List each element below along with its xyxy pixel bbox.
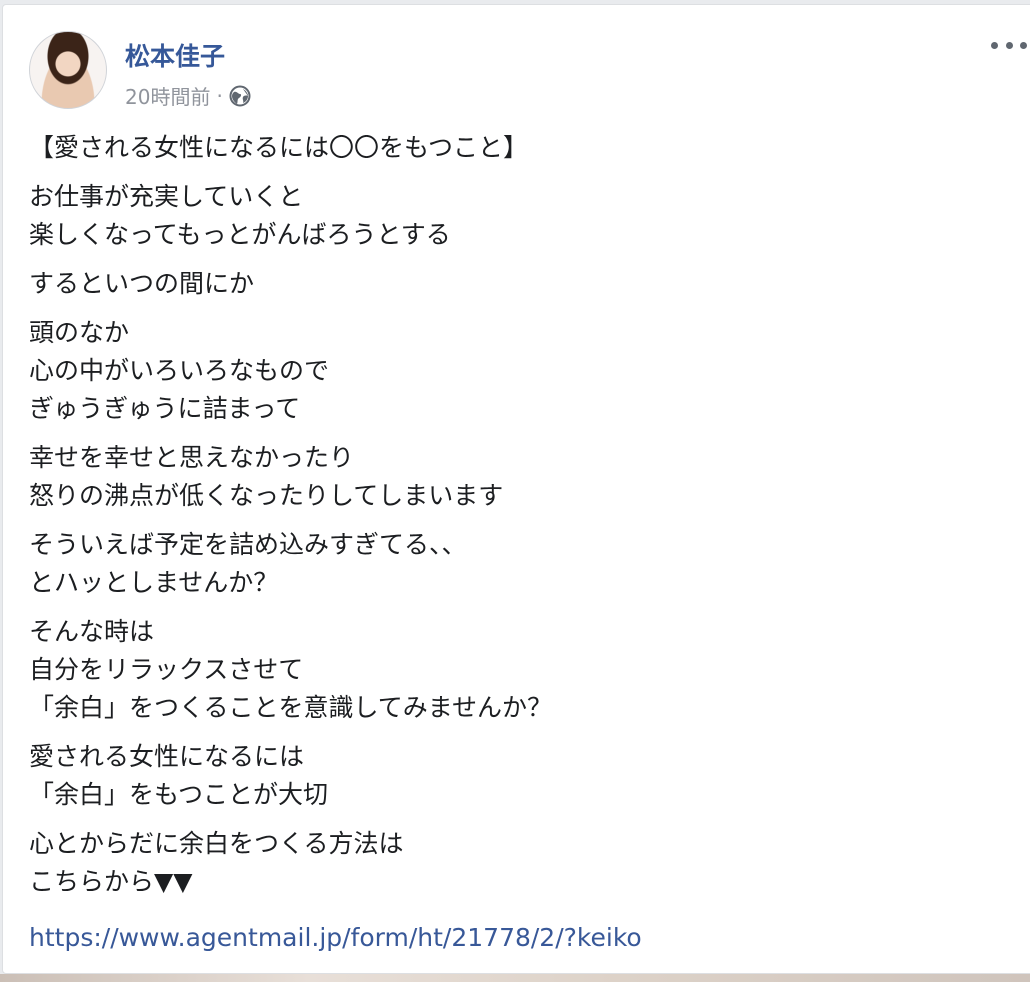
post-meta: 20時間前 ·: [125, 81, 251, 110]
post-paragraph: そんな時は自分をリラックスさせて「余白」をつくることを意識してみませんか？: [29, 613, 1019, 727]
post-text-line: 幸せを幸せと思えなかったり: [29, 443, 355, 472]
dot-icon: [1020, 41, 1027, 49]
avatar[interactable]: [29, 31, 107, 109]
post-body: 【愛される女性になるには〇〇をもつこと】 お仕事が充実していくと楽しくなってもっと…: [29, 129, 1019, 912]
post-text-line: そういえば予定を詰め込みすぎてる、、: [29, 530, 467, 559]
post-text-line: 楽しくなってもっとがんばろうとする: [29, 220, 451, 249]
post-text-line: 「余白」をもつことが大切: [29, 780, 329, 809]
post-text-line: 【愛される女性になるには〇〇をもつこと】: [29, 133, 529, 162]
post-text-line: 自分をリラックスさせて: [29, 655, 304, 684]
post-card: 松本佳子 20時間前 · 【愛される女性になるには〇〇をもつこと】 お仕事が充実し…: [2, 4, 1030, 974]
post-text-line: 頭のなか: [29, 318, 130, 347]
post-text-line: 怒りの沸点が低くなったりしてしまいます: [29, 481, 504, 510]
post-link[interactable]: https://www.agentmail.jp/form/ht/21778/2…: [29, 923, 642, 952]
next-post-image-edge: [0, 974, 1030, 982]
post-timestamp[interactable]: 20時間前: [125, 81, 210, 110]
post-text-line: 心の中がいろいろなもので: [29, 356, 330, 385]
post-text-line: するといつの間にか: [29, 269, 255, 298]
post-text-line: 心とからだに余白をつくる方法は: [29, 829, 404, 858]
post-paragraph: 愛される女性になるには 「余白」をもつことが大切: [29, 738, 1019, 814]
post-paragraph: 頭のなか心の中がいろいろなもので ぎゅうぎゅうに詰まって: [29, 314, 1019, 428]
post-text-line: そんな時は: [29, 617, 155, 646]
post-text-line: 愛される女性になるには: [29, 742, 305, 771]
dot-icon: [1005, 41, 1013, 49]
post-paragraph: 幸せを幸せと思えなかったり怒りの沸点が低くなったりしてしまいます: [29, 439, 1019, 515]
post-text-line: 「余白」をつくることを意識してみませんか？: [29, 693, 553, 722]
post-header: 松本佳子 20時間前 ·: [29, 31, 1019, 111]
author-name[interactable]: 松本佳子: [125, 37, 225, 73]
post-paragraph: 【愛される女性になるには〇〇をもつこと】: [29, 129, 1019, 167]
post-paragraph: 心とからだに余白をつくる方法は こちらから▼▼: [29, 825, 1019, 901]
post-paragraph: するといつの間にか: [29, 265, 1019, 303]
globe-icon[interactable]: [229, 85, 251, 107]
post-text-line: お仕事が充実していくと: [29, 182, 304, 211]
post-paragraph: そういえば予定を詰め込みすぎてる、、 とハッとしませんか？: [29, 526, 1019, 602]
post-text-line: ぎゅうぎゅうに詰まって: [29, 394, 301, 423]
more-options-button[interactable]: [991, 37, 1027, 53]
post-paragraph: お仕事が充実していくと楽しくなってもっとがんばろうとする: [29, 178, 1019, 254]
meta-separator: ·: [216, 83, 223, 108]
dot-icon: [991, 41, 998, 49]
post-text-line: とハッとしませんか？: [29, 568, 279, 597]
post-text-line: こちらから▼▼: [29, 867, 193, 896]
